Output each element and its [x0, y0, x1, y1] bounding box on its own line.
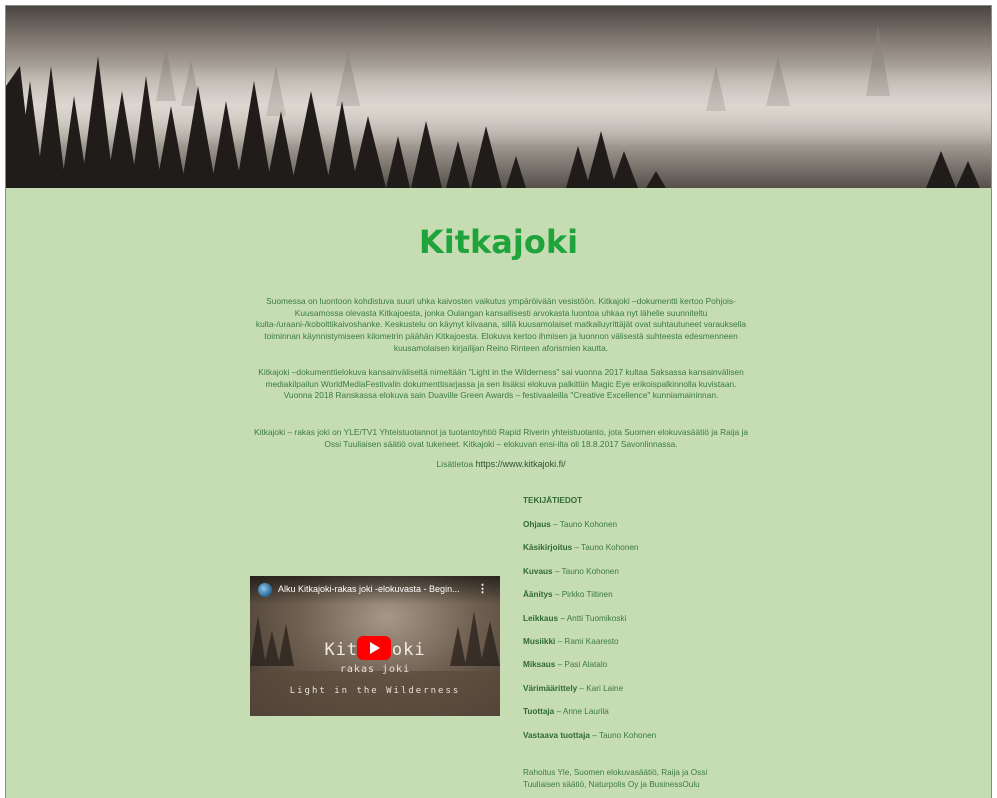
more-info-label: Lisätietoa	[436, 459, 474, 469]
credit-item: Vastaava tuottaja – Tauno Kohonen	[523, 731, 656, 740]
credit-role: Leikkaus	[523, 613, 559, 623]
video-overlay-tagline: Light in the Wilderness	[289, 686, 461, 696]
more-info: Lisätietoa https://www.kitkajoki.fi/	[251, 459, 751, 469]
credit-item: Kuvaus – Tauno Kohonen	[523, 567, 619, 576]
video-overlay-subtitle: rakas joki	[339, 664, 411, 675]
intro-paragraph: Suomessa on luontoon kohdistuva suuri uh…	[255, 296, 747, 353]
page-title: Kitkajoki	[418, 223, 579, 261]
credit-separator: –	[552, 590, 562, 600]
funding-text: Rahoitus Yle, Suomen elokuvasäätiö, Raij…	[523, 768, 708, 789]
video-title[interactable]: Alku Kitkajoki-rakas joki -elokuvasta - …	[278, 584, 473, 594]
credits-heading: TEKIJÄTIEDOT	[523, 496, 583, 505]
credit-item: Leikkaus – Antti Tuomikoski	[523, 614, 626, 623]
credit-role: Vastaava tuottaja	[523, 730, 590, 740]
credit-separator: –	[577, 683, 587, 693]
credit-role: Miksaus	[523, 660, 556, 670]
credit-name: Rami Kaaresto	[564, 637, 619, 646]
credit-role: Äänitys	[523, 590, 553, 600]
production-paragraph: Kitkajoki – rakas joki on YLE/TV1 Yhteis…	[253, 427, 749, 449]
credit-name: Pirkko Tiitinen	[561, 590, 613, 600]
credit-role: Käsikirjoitus	[523, 543, 573, 553]
awards-paragraph: Kitkajoki –dokumenttielokuva kansainväli…	[258, 367, 744, 401]
credit-item: Ohjaus – Tauno Kohonen	[523, 520, 617, 529]
credit-name: Kari Laine	[586, 683, 624, 693]
credit-name: Tauno Kohonen	[581, 543, 639, 553]
credit-item: Värimäärittely – Kari Laine	[523, 684, 623, 693]
credit-name: Tauno Kohonen	[559, 520, 618, 529]
credit-name: Pasi Alatalo	[564, 660, 608, 670]
credit-role: Ohjaus	[523, 520, 551, 529]
credit-separator: –	[589, 730, 599, 740]
credit-separator: –	[554, 707, 563, 717]
credit-name: Tauno Kohonen	[561, 566, 619, 576]
credit-name: Anne Laurila	[562, 707, 609, 717]
more-info-link[interactable]: https://www.kitkajoki.fi/	[476, 459, 566, 469]
credit-role: Musiikki	[523, 637, 556, 646]
credit-separator: –	[572, 543, 582, 553]
youtube-video-embed[interactable]: Alku Kitkajoki-rakas joki -elokuvasta - …	[250, 576, 500, 716]
page-frame: Kitkajoki Suomessa on luontoon kohdistuv…	[5, 5, 992, 798]
credit-name: Tauno Kohonen	[598, 730, 657, 740]
more-vertical-icon[interactable]: ⋮	[477, 582, 488, 595]
credit-item: Käsikirjoitus – Tauno Kohonen	[523, 543, 639, 552]
credit-item: Äänitys – Pirkko Tiitinen	[523, 590, 613, 599]
credit-item: Musiikki – Rami Kaaresto	[523, 637, 619, 646]
credit-role: Värimäärittely	[523, 683, 578, 693]
channel-avatar[interactable]	[258, 583, 272, 597]
forest-silhouette	[6, 26, 991, 188]
credit-separator: –	[550, 520, 560, 529]
hero-forest-image	[6, 6, 991, 188]
credit-name: Antti Tuomikoski	[566, 613, 627, 623]
credit-item: Tuottaja – Anne Laurila	[523, 707, 609, 716]
credit-role: Kuvaus	[523, 566, 553, 576]
credit-separator: –	[558, 613, 567, 623]
play-icon[interactable]	[357, 636, 391, 660]
credit-separator: –	[552, 566, 562, 576]
credit-role: Tuottaja	[523, 707, 555, 717]
credit-item: Miksaus – Pasi Alatalo	[523, 660, 607, 669]
